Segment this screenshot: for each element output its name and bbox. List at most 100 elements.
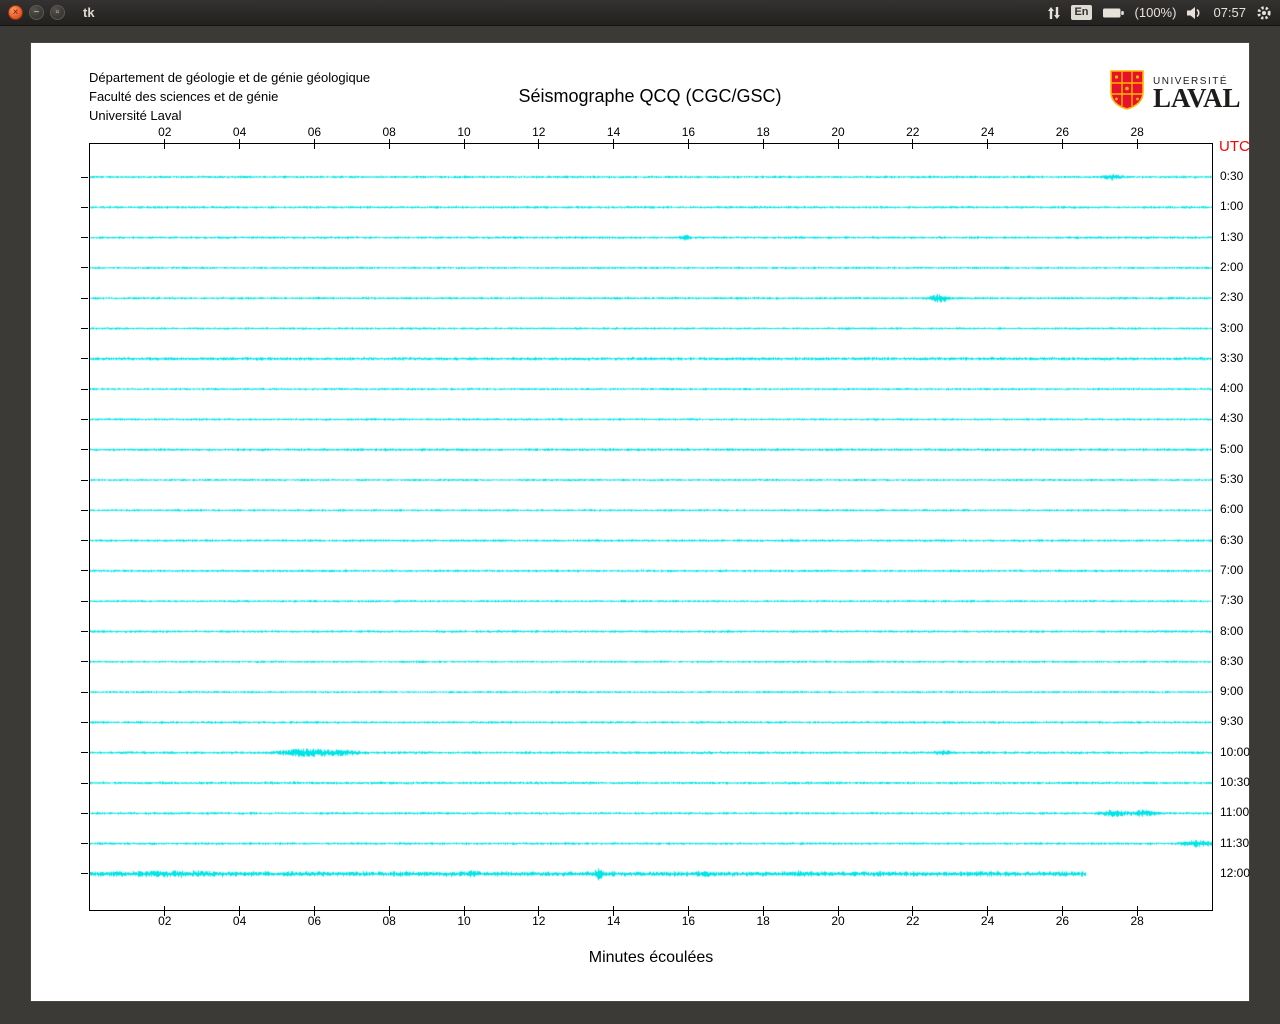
trace-start-tick bbox=[81, 570, 88, 572]
x-tick-top bbox=[613, 139, 615, 149]
x-tick-label-top: 06 bbox=[307, 125, 322, 139]
utc-time-label: 11:00 bbox=[1220, 805, 1250, 820]
utc-time-label: 6:00 bbox=[1220, 502, 1244, 517]
x-tick-label-bottom: 08 bbox=[382, 914, 396, 928]
x-tick-label-bottom: 12 bbox=[532, 914, 546, 928]
x-axis-title: Minutes écoulées bbox=[588, 949, 714, 966]
utc-time-label: 1:00 bbox=[1220, 199, 1244, 214]
utc-label: UTC bbox=[1219, 138, 1250, 155]
logo-laval-label: LAVAL bbox=[1153, 82, 1241, 113]
x-tick-label-bottom: 22 bbox=[906, 914, 920, 928]
x-tick-label-bottom: 06 bbox=[307, 914, 322, 928]
trace-start-tick bbox=[81, 540, 88, 542]
window-minimize-button[interactable]: − bbox=[29, 5, 44, 20]
trace-start-tick bbox=[81, 328, 88, 329]
trace-start-tick bbox=[81, 358, 88, 360]
x-tick-label-bottom: 26 bbox=[1055, 914, 1070, 928]
volume-icon[interactable] bbox=[1186, 6, 1203, 20]
utc-time-label: 4:30 bbox=[1220, 411, 1244, 426]
trace-start-tick bbox=[81, 782, 88, 784]
laval-logo: UNIVERSITÉ LAVAL bbox=[1109, 70, 1241, 115]
utc-time-label: 7:00 bbox=[1220, 562, 1244, 577]
trace-start-tick bbox=[81, 691, 88, 693]
x-tick-top bbox=[1061, 139, 1063, 149]
clock[interactable]: 07:57 bbox=[1213, 5, 1246, 20]
trace-start-tick bbox=[81, 661, 88, 663]
institution-line: Département de géologie et de génie géol… bbox=[89, 70, 371, 85]
sync-arrows-icon[interactable] bbox=[1047, 6, 1061, 20]
indicator-tray: En (100%) 07:57 bbox=[1047, 5, 1272, 21]
keyboard-layout-indicator[interactable]: En bbox=[1071, 5, 1092, 20]
x-tick-label-bottom: 14 bbox=[606, 914, 621, 928]
trace-start-tick bbox=[81, 449, 88, 451]
x-tick-label-bottom: 16 bbox=[681, 914, 696, 928]
utc-time-label: 8:00 bbox=[1220, 623, 1244, 638]
x-tick-label-top: 16 bbox=[681, 125, 696, 139]
x-tick-label-top: 28 bbox=[1130, 125, 1144, 139]
x-tick-label-bottom: 28 bbox=[1130, 914, 1144, 928]
utc-time-label: 0:30 bbox=[1220, 169, 1244, 183]
trace-start-tick bbox=[81, 873, 88, 875]
utc-time-label: 6:30 bbox=[1220, 532, 1244, 547]
window-controls: × − ▫ bbox=[8, 5, 65, 20]
utc-time-label: 1:30 bbox=[1220, 229, 1244, 244]
utc-time-label: 9:00 bbox=[1220, 684, 1244, 699]
x-tick-top bbox=[837, 139, 839, 149]
institution-line: Université Laval bbox=[89, 108, 182, 123]
utc-time-label: 4:00 bbox=[1220, 381, 1244, 396]
utc-time-label: 11:30 bbox=[1220, 835, 1250, 850]
trace-start-tick bbox=[81, 721, 88, 723]
x-tick-label-bottom: 04 bbox=[232, 914, 247, 928]
app-window: Département de géologie et de génie géol… bbox=[30, 42, 1250, 1002]
trace-start-tick bbox=[81, 267, 88, 269]
x-tick-label-bottom: 02 bbox=[158, 914, 172, 928]
window-maximize-button[interactable]: ▫ bbox=[50, 5, 65, 20]
x-tick-top bbox=[987, 139, 989, 149]
utc-time-label: 12:00 bbox=[1220, 865, 1251, 880]
x-tick-label-bottom: 20 bbox=[831, 914, 845, 928]
seismogram-canvas bbox=[90, 144, 1212, 910]
x-tick-top bbox=[912, 139, 914, 149]
laval-shield-icon bbox=[1109, 70, 1145, 115]
utc-time-label: 2:00 bbox=[1220, 259, 1244, 274]
trace-start-tick bbox=[81, 479, 88, 481]
x-tick-top bbox=[239, 139, 241, 149]
utc-time-label: 3:30 bbox=[1220, 350, 1244, 365]
x-tick-label-top: 18 bbox=[756, 125, 770, 139]
session-gear-icon[interactable] bbox=[1256, 5, 1272, 21]
x-tick-top bbox=[538, 139, 540, 149]
trace-start-tick bbox=[81, 631, 88, 632]
trace-start-tick bbox=[81, 509, 88, 511]
x-tick-top bbox=[388, 139, 390, 149]
system-panel: × − ▫ tk En (100%) 07:57 bbox=[0, 0, 1280, 26]
x-tick-label-top: 08 bbox=[382, 125, 396, 139]
window-title: tk bbox=[83, 5, 95, 20]
x-tick-label-bottom: 18 bbox=[756, 914, 770, 928]
utc-time-label: 9:30 bbox=[1220, 714, 1244, 729]
x-tick-label-top: 12 bbox=[532, 125, 546, 139]
trace-start-tick bbox=[81, 388, 88, 390]
x-tick-top bbox=[687, 139, 689, 149]
x-tick-label-bottom: 10 bbox=[457, 914, 471, 928]
x-tick-top bbox=[313, 139, 315, 149]
x-tick-top bbox=[463, 139, 465, 149]
trace-start-tick bbox=[81, 418, 88, 420]
x-tick-label-top: 14 bbox=[606, 125, 621, 139]
x-tick-label-top: 20 bbox=[831, 125, 845, 139]
window-close-button[interactable]: × bbox=[8, 5, 23, 20]
trace-start-tick bbox=[81, 600, 88, 602]
x-tick-top bbox=[164, 139, 166, 149]
utc-time-label: 10:30 bbox=[1220, 775, 1251, 789]
x-tick-label-top: 04 bbox=[232, 125, 247, 139]
utc-time-label: 8:30 bbox=[1220, 653, 1244, 668]
utc-time-label: 5:30 bbox=[1220, 472, 1244, 486]
x-tick-label-top: 24 bbox=[980, 125, 995, 139]
x-tick-label-top: 10 bbox=[457, 125, 471, 139]
page-title: Séismographe QCQ (CGC/GSC) bbox=[518, 86, 782, 106]
utc-time-label: 3:00 bbox=[1220, 320, 1244, 335]
x-tick-label-top: 22 bbox=[906, 125, 920, 139]
trace-start-tick bbox=[81, 297, 88, 299]
trace-start-tick bbox=[81, 843, 88, 845]
battery-icon[interactable] bbox=[1102, 7, 1125, 19]
utc-time-label: 5:00 bbox=[1220, 441, 1244, 456]
